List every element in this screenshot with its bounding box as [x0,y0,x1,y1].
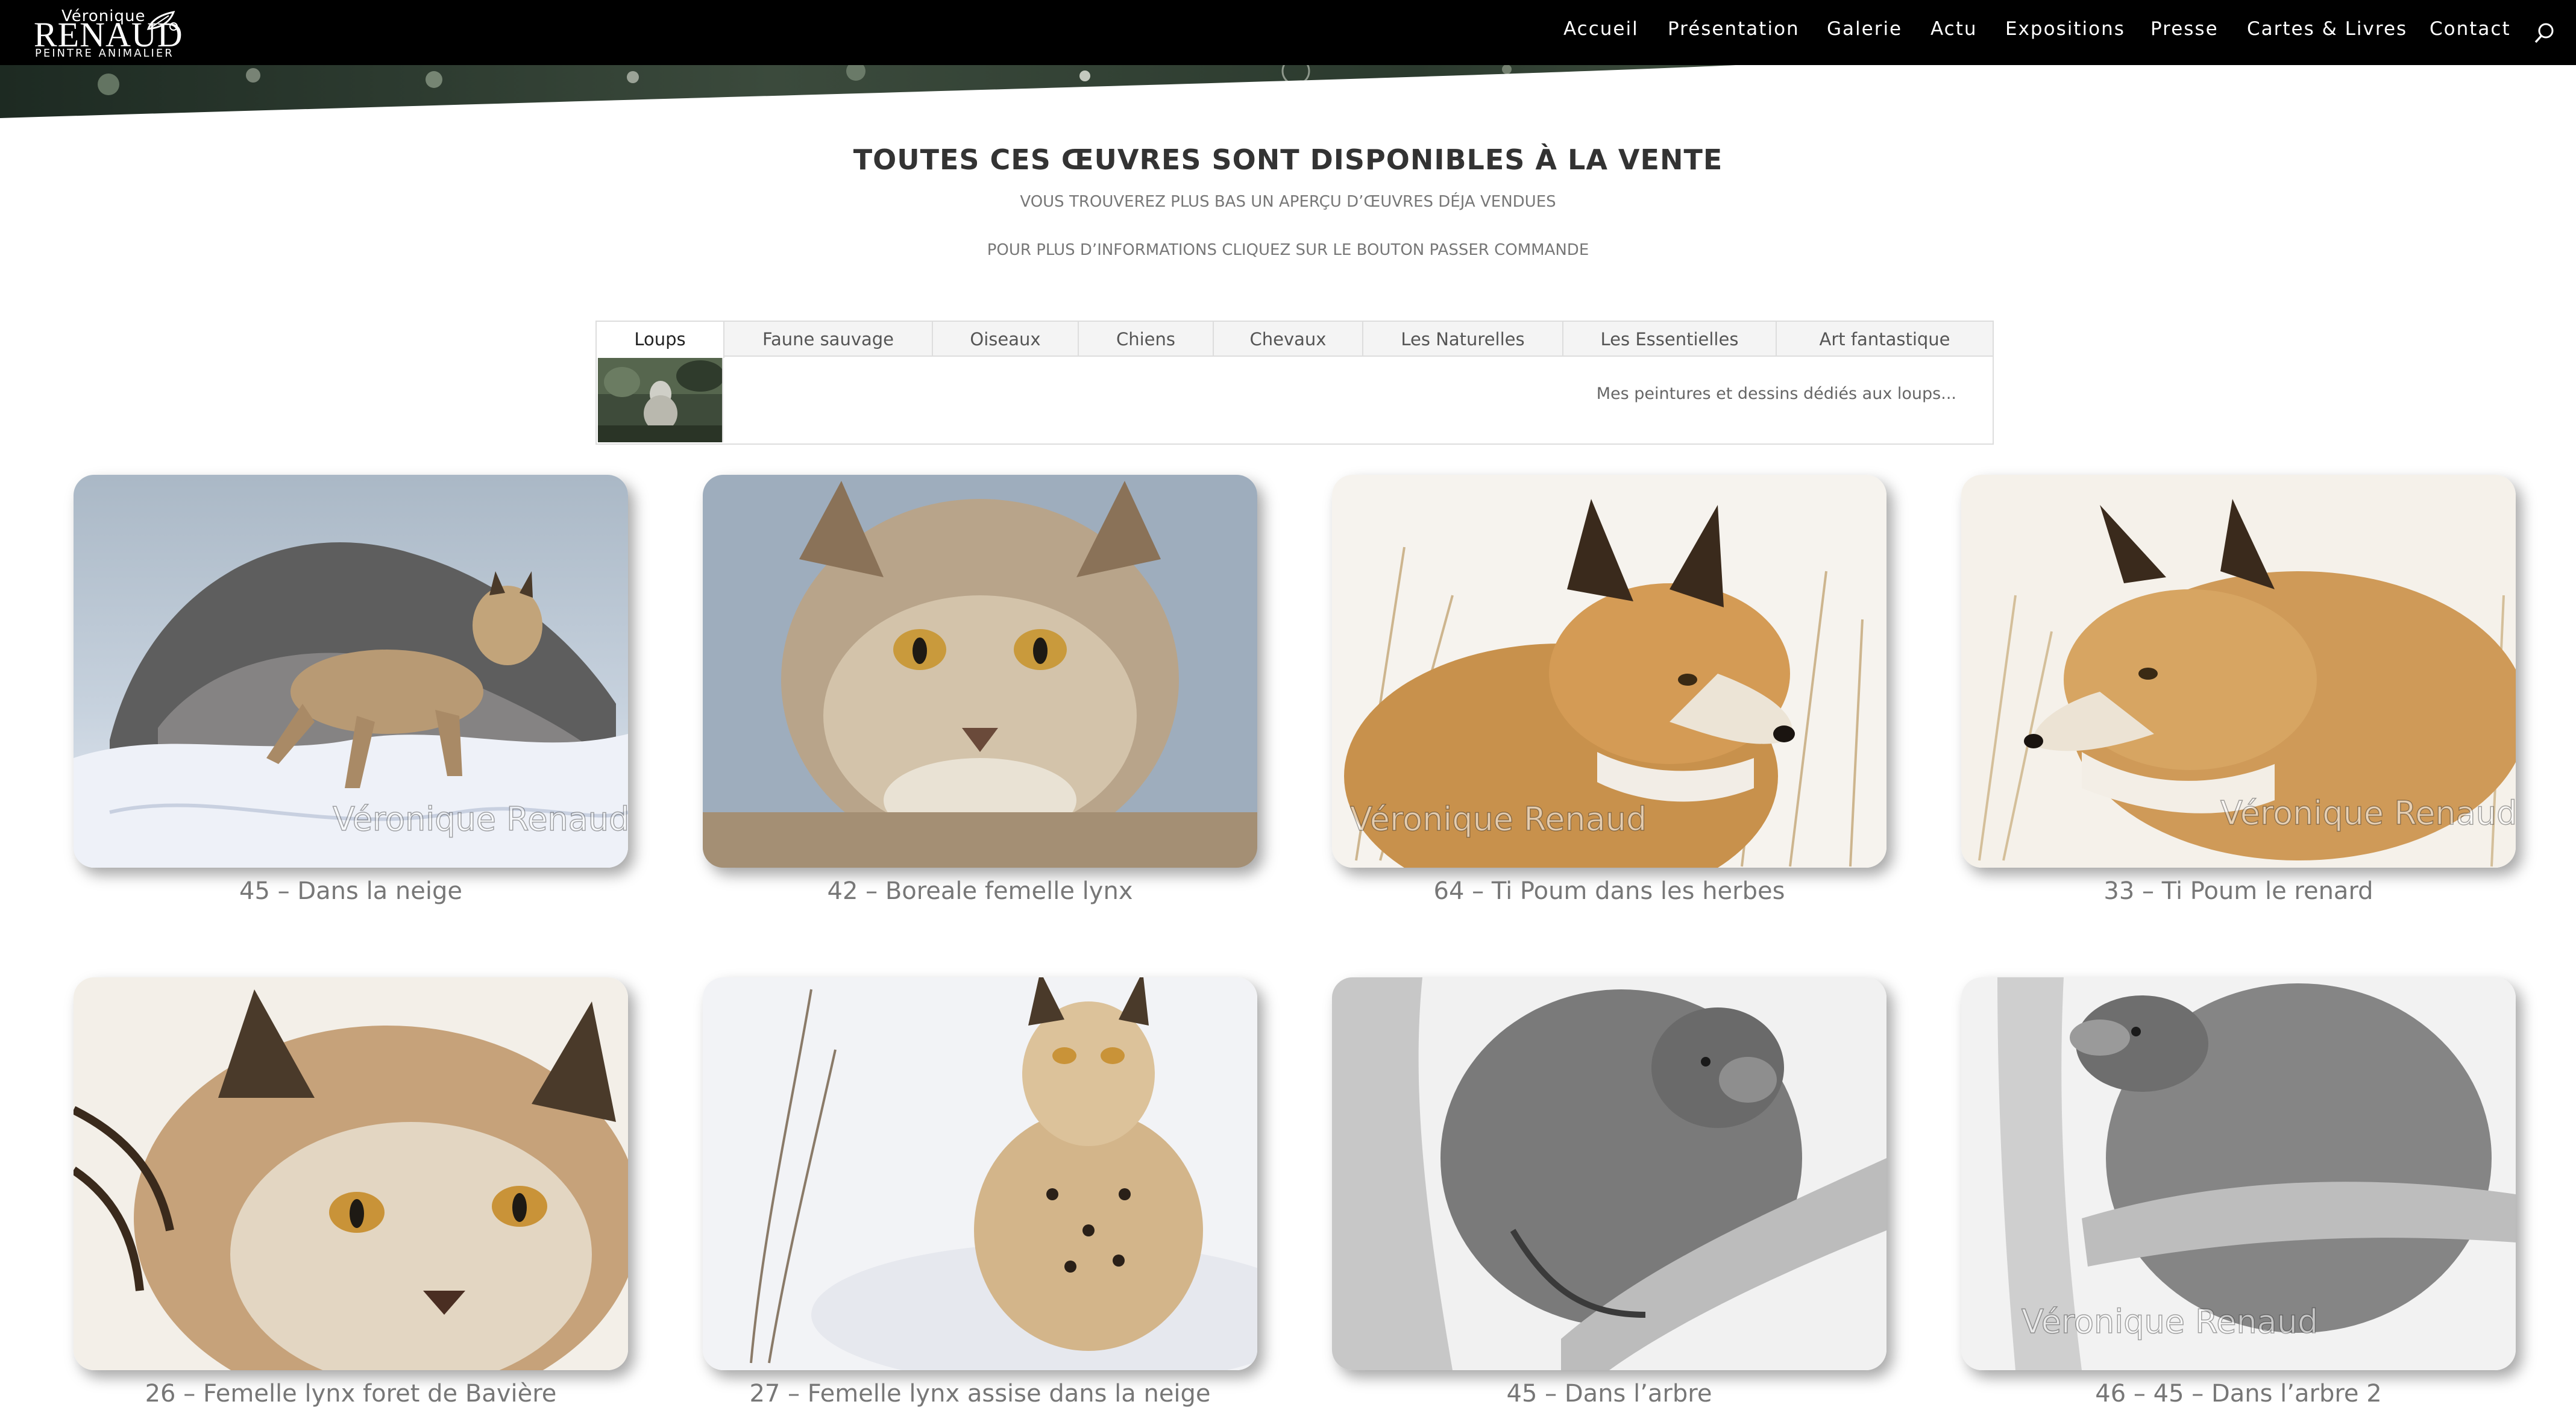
artwork-caption[interactable]: 42 – Boreale femelle lynx [703,877,1257,905]
tab-faune-sauvage[interactable]: Faune sauvage [724,322,933,357]
artist-watermark: Véronique Renaud [2220,794,2516,832]
tab-chiens[interactable]: Chiens [1079,322,1214,357]
artwork-image-lynx-snow[interactable]: Véronique Renaud [74,475,628,868]
artwork-image-bear-tree-2[interactable]: Véronique Renaud [1961,977,2516,1370]
tab-oiseaux[interactable]: Oiseaux [933,322,1079,357]
site-logo[interactable]: Véronique RENAUD PEINTRE ANIMALIER [34,6,190,60]
artist-watermark: Véronique Renaud [333,800,628,838]
artwork-caption[interactable]: 45 – Dans la neige [74,877,628,905]
gallery-item: Véronique Renaud 46 – 45 – Dans l’arbre … [1961,977,2516,1408]
gallery-item: 42 – Boreale femelle lynx [703,475,1257,905]
tab-les-naturelles[interactable]: Les Naturelles [1363,322,1563,357]
nav-item-accueil[interactable]: Accueil [1563,18,1639,40]
artwork-image-fox-grass[interactable]: Véronique Renaud [1332,475,1886,868]
artwork-caption[interactable]: 26 – Femelle lynx foret de Bavière [74,1380,628,1408]
artwork-caption[interactable]: 45 – Dans l’arbre [1332,1380,1886,1408]
leaf-icon [146,10,178,31]
gallery-item: 27 – Femelle lynx assise dans la neige [703,977,1257,1408]
artwork-caption[interactable]: 64 – Ti Poum dans les herbes [1332,877,1886,905]
artwork-image-lynx-bavaria[interactable] [74,977,628,1370]
artist-watermark: Véronique Renaud [2022,1303,2318,1341]
nav-item-expositions[interactable]: Expositions [2005,18,2125,40]
tab-art-fantastique[interactable]: Art fantastique [1777,322,1993,357]
artwork-image-lynx-portrait[interactable] [703,475,1257,868]
nav-item-presentation[interactable]: Présentation [1668,18,1800,40]
tab-row: Loups Faune sauvage Oiseaux Chiens Cheva… [597,322,1993,358]
gallery-item: 26 – Femelle lynx foret de Bavière [74,977,628,1408]
artist-watermark: Véronique Renaud [1350,800,1647,838]
gallery-item: Véronique Renaud 33 – Ti Poum le renard [1961,475,2516,905]
artwork-caption[interactable]: 46 – 45 – Dans l’arbre 2 [1961,1380,2516,1408]
artwork-image-bear-tree[interactable] [1332,977,1886,1370]
search-icon[interactable] [2534,22,2556,45]
artwork-image-fox-profile[interactable]: Véronique Renaud [1961,475,2516,868]
tab-thumbnail-image [598,358,723,442]
intro-order-note: POUR PLUS D’INFORMATIONS CLIQUEZ SUR LE … [987,241,1589,259]
artwork-image-lynx-sitting-snow[interactable] [703,977,1257,1370]
tab-description: Mes peintures et dessins dédiés aux loup… [1596,384,1956,403]
page-title: TOUTES CES ŒUVRES SONT DISPONIBLES À LA … [853,143,1723,176]
intro-sold-works-note: VOUS TROUVEREZ PLUS BAS UN APERÇU D’ŒUVR… [1020,193,1556,211]
nav-item-contact[interactable]: Contact [2430,18,2511,40]
nav-item-galerie[interactable]: Galerie [1827,18,1902,40]
gallery-item: 45 – Dans l’arbre [1332,977,1886,1408]
nav-item-presse[interactable]: Presse [2150,18,2219,40]
gallery-item: Véronique Renaud 45 – Dans la neige [74,475,628,905]
category-tabs: Loups Faune sauvage Oiseaux Chiens Cheva… [595,321,1994,445]
top-navigation-bar: Véronique RENAUD PEINTRE ANIMALIER Accue… [0,0,2576,65]
tab-loups[interactable]: Loups [597,322,724,358]
tab-les-essentielles[interactable]: Les Essentielles [1563,322,1777,357]
tab-chevaux[interactable]: Chevaux [1214,322,1363,357]
nav-item-actu[interactable]: Actu [1930,18,1978,40]
logo-subtitle: PEINTRE ANIMALIER [35,47,174,60]
nav-item-cartes-livres[interactable]: Cartes & Livres [2247,18,2407,40]
artwork-caption[interactable]: 27 – Femelle lynx assise dans la neige [703,1380,1257,1408]
artwork-caption[interactable]: 33 – Ti Poum le renard [1961,877,2516,905]
gallery-item: Véronique Renaud 64 – Ti Poum dans les h… [1332,475,1886,905]
